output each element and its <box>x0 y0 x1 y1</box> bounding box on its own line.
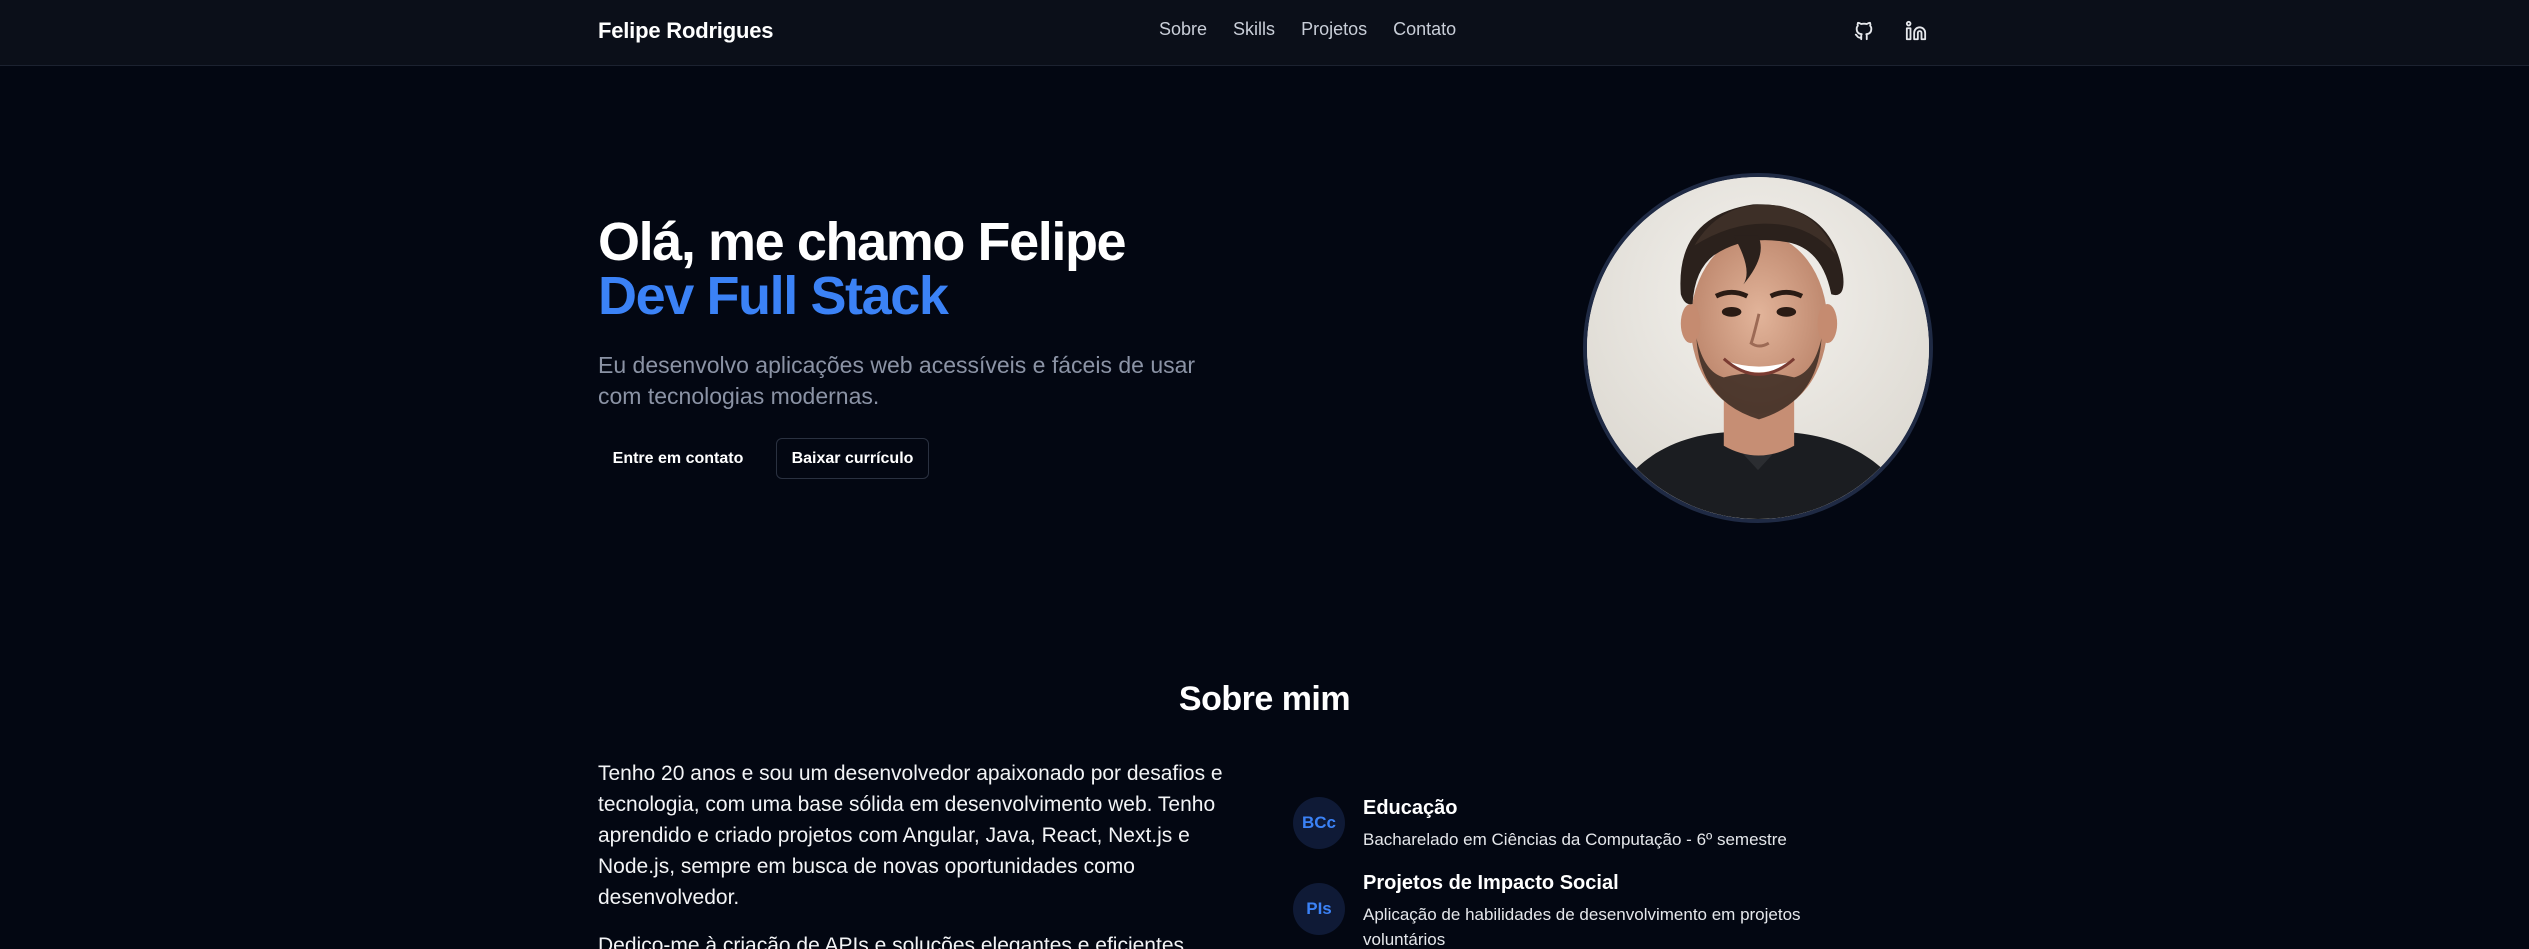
avatar <box>1583 173 1933 523</box>
nav-link-projetos[interactable]: Projetos <box>1301 19 1367 40</box>
download-cv-button[interactable]: Baixar currículo <box>776 438 929 479</box>
github-icon[interactable] <box>1853 20 1875 42</box>
nav-link-skills[interactable]: Skills <box>1233 19 1275 40</box>
contact-button[interactable]: Entre em contato <box>598 438 758 479</box>
nav-link-contato[interactable]: Contato <box>1393 19 1456 40</box>
education-description: Bacharelado em Ciências da Computação - … <box>1363 830 1787 849</box>
social-projects-description: Aplicação de habilidades de desenvolvime… <box>1363 905 1801 949</box>
hero-role: Dev Full Stack <box>598 266 949 326</box>
social-projects-title: Projetos de Impacto Social <box>1363 872 1619 894</box>
hero-title: Olá, me chamo Felipe <box>598 212 1127 272</box>
hero-subtitle: Eu desenvolvo aplicações web acessíveis … <box>598 352 1196 409</box>
profile-photo <box>1587 177 1929 519</box>
about-title: Sobre mim <box>1178 680 1351 718</box>
about-paragraph-2: Dedico-me à criação de APIs e soluções e… <box>598 934 1185 949</box>
social-icons <box>1853 20 1927 42</box>
navbar: Felipe Rodrigues Sobre Skills Projetos C… <box>0 0 2529 66</box>
education-title: Educação <box>1363 797 1458 819</box>
about-paragraph-1: Tenho 20 anos e sou um desenvolvedor apa… <box>598 762 1223 909</box>
education-badge: BCc <box>1293 797 1345 849</box>
nav-link-sobre[interactable]: Sobre <box>1159 19 1207 40</box>
portfolio-page: Felipe Rodrigues Sobre Skills Projetos C… <box>0 0 2529 949</box>
brand-name[interactable]: Felipe Rodrigues <box>598 18 773 44</box>
social-projects-badge: PIs <box>1293 883 1345 935</box>
nav-links: Sobre Skills Projetos Contato <box>1159 19 1456 40</box>
linkedin-icon[interactable] <box>1905 20 1927 42</box>
